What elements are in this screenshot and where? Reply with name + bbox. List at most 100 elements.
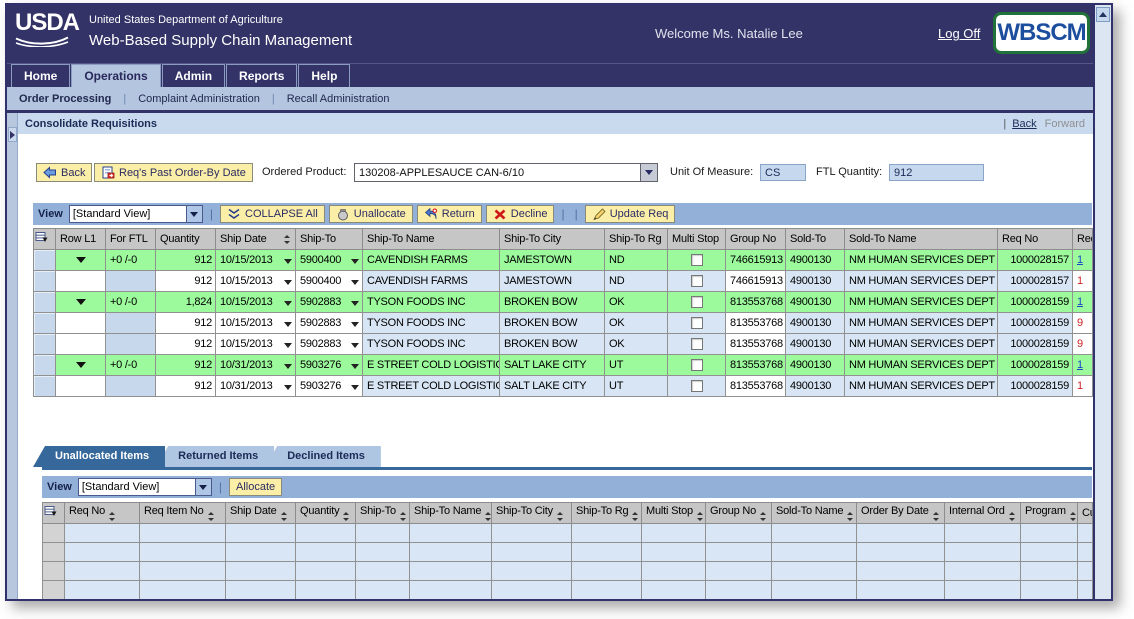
nav-tab-help[interactable]: Help (298, 64, 350, 87)
date-dropdown-icon[interactable] (284, 259, 292, 264)
history-back-link[interactable]: Back (1012, 118, 1036, 130)
col-header-group-no[interactable]: Group No (726, 229, 786, 250)
date-dropdown-icon[interactable] (284, 385, 292, 390)
shipto-dropdown-icon[interactable] (351, 364, 359, 369)
ship-date-cell[interactable]: 10/31/2013 (216, 355, 296, 376)
select-all-header[interactable] (43, 503, 65, 524)
col-header-program[interactable]: Program (1021, 503, 1078, 524)
row-selector[interactable] (34, 292, 56, 313)
col-header-group-no[interactable]: Group No (706, 503, 772, 524)
ship-date-cell[interactable]: 10/15/2013 (216, 313, 296, 334)
col-header-ship-to-city[interactable]: Ship-To City (492, 503, 572, 524)
multi-stop-checkbox[interactable] (691, 359, 703, 371)
sort-icon[interactable] (632, 512, 638, 521)
log-off-link[interactable]: Log Off (938, 26, 980, 41)
sort-icon[interactable] (1070, 512, 1076, 521)
col-header-ship-to-rg[interactable]: Ship-To Rg (572, 503, 642, 524)
tab-declined-items[interactable]: Declined Items (265, 446, 381, 467)
ship-date-cell[interactable]: 10/15/2013 (216, 292, 296, 313)
nav-tab-operations[interactable]: Operations (71, 64, 160, 87)
col-header-sold-to[interactable]: Sold-To (786, 229, 845, 250)
sort-icon[interactable] (697, 512, 703, 521)
multi-stop-checkbox[interactable] (691, 275, 703, 287)
sort-icon[interactable] (557, 512, 563, 521)
col-header-sold-to-name[interactable]: Sold-To Name (845, 229, 998, 250)
back-button[interactable]: Back (36, 163, 92, 182)
subnav-complaint-administration[interactable]: Complaint Administration (138, 93, 260, 105)
row-selector[interactable] (34, 355, 56, 376)
row-selector[interactable] (34, 250, 56, 271)
ship-date-cell[interactable]: 10/31/2013 (216, 376, 296, 397)
ship-to-cell[interactable]: 5902883 (296, 334, 363, 355)
ship-to-cell[interactable]: 5903276 (296, 355, 363, 376)
col-header-multi-stop[interactable]: Multi Stop (642, 503, 706, 524)
multi-stop-checkbox[interactable] (691, 317, 703, 329)
collapse-all-button[interactable]: COLLAPSE All (220, 205, 325, 223)
subnav-recall-administration[interactable]: Recall Administration (287, 93, 390, 105)
col-header-ship-date[interactable]: Ship Date (226, 503, 296, 524)
vertical-scrollbar[interactable] (1093, 5, 1111, 599)
shipto-dropdown-icon[interactable] (351, 322, 359, 327)
return-button[interactable]: Return (417, 205, 482, 223)
multi-stop-checkbox[interactable] (691, 380, 703, 392)
ship-date-cell[interactable]: 10/15/2013 (216, 271, 296, 292)
col-header-req-no[interactable]: Req No (65, 503, 140, 524)
select-all-header[interactable] (34, 229, 56, 250)
tab-unallocated-items[interactable]: Unallocated Items (33, 446, 165, 467)
ordered-product-dropdown[interactable]: 130208-APPLESAUCE CAN-6/10 (354, 163, 658, 182)
sort-icon[interactable] (281, 512, 287, 521)
view-dropdown[interactable]: [Standard View] (78, 478, 212, 496)
col-header-row-l1[interactable]: Row L1 (56, 229, 106, 250)
date-dropdown-icon[interactable] (284, 364, 292, 369)
date-dropdown-icon[interactable] (284, 343, 292, 348)
reqs-past-order-by-date-button[interactable]: Req's Past Order-By Date (94, 163, 253, 182)
row-selector[interactable] (34, 271, 56, 292)
sort-icon[interactable] (208, 512, 214, 521)
row-selector[interactable] (43, 562, 65, 581)
col-header-ship-to[interactable]: Ship-To (356, 503, 410, 524)
col-header-ship-to-name[interactable]: Ship-To Name (410, 503, 492, 524)
col-header-quantity[interactable]: Quantity (156, 229, 216, 250)
nav-tab-home[interactable]: Home (11, 64, 70, 87)
sort-icon[interactable] (109, 512, 115, 521)
date-dropdown-icon[interactable] (284, 301, 292, 306)
nav-tab-admin[interactable]: Admin (162, 64, 225, 87)
multi-stop-checkbox[interactable] (691, 254, 703, 266)
row-selector[interactable] (34, 376, 56, 397)
ship-to-cell[interactable]: 5902883 (296, 292, 363, 313)
view-dropdown[interactable]: [Standard View] (69, 205, 203, 223)
panel-expand-handle[interactable] (8, 127, 17, 142)
col-header-ship-to[interactable]: Ship-To (296, 229, 363, 250)
col-header-ship-to-rg[interactable]: Ship-To Rg (605, 229, 668, 250)
row-selector[interactable] (43, 543, 65, 562)
collapse-row-icon[interactable] (76, 257, 86, 263)
row-selector[interactable] (34, 313, 56, 334)
decline-button[interactable]: Decline (486, 205, 555, 223)
dropdown-arrow-icon[interactable] (640, 164, 657, 181)
col-header-req-item-no[interactable]: Req Item No (140, 503, 226, 524)
sort-icon[interactable] (1009, 512, 1015, 521)
ship-to-cell[interactable]: 5903276 (296, 376, 363, 397)
sort-icon[interactable] (485, 512, 491, 521)
tab-returned-items[interactable]: Returned Items (156, 446, 274, 467)
shipto-dropdown-icon[interactable] (351, 301, 359, 306)
col-header-req[interactable]: Req (1073, 229, 1093, 250)
row-selector[interactable] (43, 524, 65, 543)
sort-icon[interactable] (933, 512, 939, 521)
row-selector[interactable] (34, 334, 56, 355)
unallocate-button[interactable]: Unallocate (329, 205, 413, 223)
ship-to-cell[interactable]: 5900400 (296, 271, 363, 292)
sort-icon[interactable] (284, 235, 290, 244)
dropdown-arrow-icon[interactable] (186, 206, 202, 222)
date-dropdown-icon[interactable] (284, 280, 292, 285)
col-header-ship-date[interactable]: Ship Date (216, 229, 296, 250)
row-expander-cell[interactable] (56, 355, 106, 376)
ship-date-cell[interactable]: 10/15/2013 (216, 334, 296, 355)
multi-stop-checkbox[interactable] (691, 296, 703, 308)
group-no-cell[interactable]: 813553768 (726, 334, 786, 355)
multi-stop-checkbox[interactable] (691, 338, 703, 350)
shipto-dropdown-icon[interactable] (351, 343, 359, 348)
shipto-dropdown-icon[interactable] (351, 259, 359, 264)
col-header-ship-to-name[interactable]: Ship-To Name (363, 229, 500, 250)
col-header-cus[interactable]: Cus (1078, 503, 1093, 524)
